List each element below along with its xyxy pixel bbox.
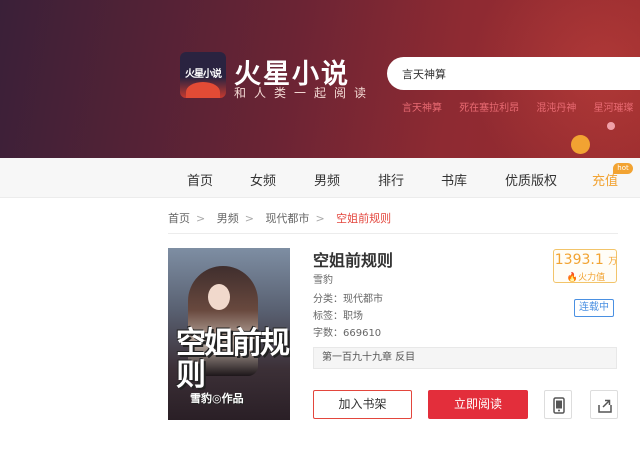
hot-badge: hot: [613, 163, 633, 174]
read-now-button[interactable]: 立即阅读: [428, 390, 528, 419]
popularity-badge: 1393.1 万 🔥火力值: [553, 249, 617, 283]
main-nav: 首页 女频 男频 排行 书库 优质版权 充值: [0, 158, 640, 198]
chevron-right-icon: >: [196, 212, 206, 225]
search-input[interactable]: [402, 57, 632, 90]
book-title: 空姐前规则: [313, 251, 394, 270]
chevron-right-icon: >: [244, 212, 254, 225]
cover-face: [208, 284, 230, 310]
planet-icon: [186, 82, 220, 98]
phone-icon: [553, 397, 565, 414]
hot-word[interactable]: 言天神算: [402, 103, 442, 114]
nav-item-rank[interactable]: 排行: [378, 170, 404, 189]
breadcrumb: 首页 > 男频 > 现代都市 > 空姐前规则: [168, 210, 618, 234]
nav-item-male[interactable]: 男频: [314, 170, 340, 189]
breadcrumb-home[interactable]: 首页: [168, 212, 190, 225]
share-icon: [598, 399, 612, 413]
decorative-dot: [607, 122, 615, 130]
book-category: 分类：现代都市: [313, 294, 383, 305]
hot-word[interactable]: 星河璀璨: [594, 103, 634, 114]
status-badge: 连载中: [574, 299, 614, 317]
brand-slogan: 和人类一起阅读: [234, 86, 375, 100]
search-box[interactable]: [387, 57, 640, 90]
popularity-label: 火力值: [578, 273, 606, 283]
nav-item-female[interactable]: 女频: [250, 170, 276, 189]
breadcrumb-category[interactable]: 现代都市: [265, 212, 309, 225]
site-header: 火星小说 火星小说 和人类一起阅读 言天神算 死在塞拉利昂 混沌丹神 星河璀璨 …: [0, 0, 640, 158]
book-word-count: 字数：669610: [313, 328, 382, 339]
chevron-right-icon: >: [315, 212, 325, 225]
breadcrumb-male[interactable]: 男频: [217, 212, 239, 225]
hot-word[interactable]: 死在塞拉利昂: [459, 103, 519, 114]
latest-chapter-link[interactable]: 第一百九十九章 反目: [313, 347, 617, 369]
add-to-shelf-button[interactable]: 加入书架: [313, 390, 412, 419]
popularity-label-row: 🔥火力值: [554, 270, 618, 283]
share-button[interactable]: [590, 390, 618, 419]
site-logo-icon[interactable]: 火星小说: [180, 52, 226, 98]
hot-word[interactable]: 混沌丹神: [536, 103, 576, 114]
nav-item-home[interactable]: 首页: [187, 170, 213, 189]
mobile-read-button[interactable]: [544, 390, 572, 419]
book-author[interactable]: 雪豹: [313, 271, 333, 286]
popularity-value: 1393.1: [554, 252, 604, 268]
cover-author: 雪豹◎作品: [190, 392, 244, 405]
decorative-circle: [571, 135, 590, 154]
book-tags: 标签：职场: [313, 311, 363, 322]
logo-text: 火星小说: [185, 69, 222, 80]
popularity-unit: 万: [608, 257, 618, 267]
breadcrumb-current: 空姐前规则: [336, 212, 392, 225]
fire-icon: 🔥: [566, 273, 579, 283]
popularity-value-row: 1393.1 万: [554, 252, 618, 268]
cover-title: 空姐前规则: [176, 326, 290, 393]
book-cover[interactable]: 空姐前规则 雪豹◎作品: [168, 248, 290, 420]
nav-item-library[interactable]: 书库: [441, 170, 467, 189]
hot-search-words: 言天神算 死在塞拉利昂 混沌丹神 星河璀璨 特: [402, 99, 640, 114]
nav-item-copyright[interactable]: 优质版权: [505, 170, 557, 189]
